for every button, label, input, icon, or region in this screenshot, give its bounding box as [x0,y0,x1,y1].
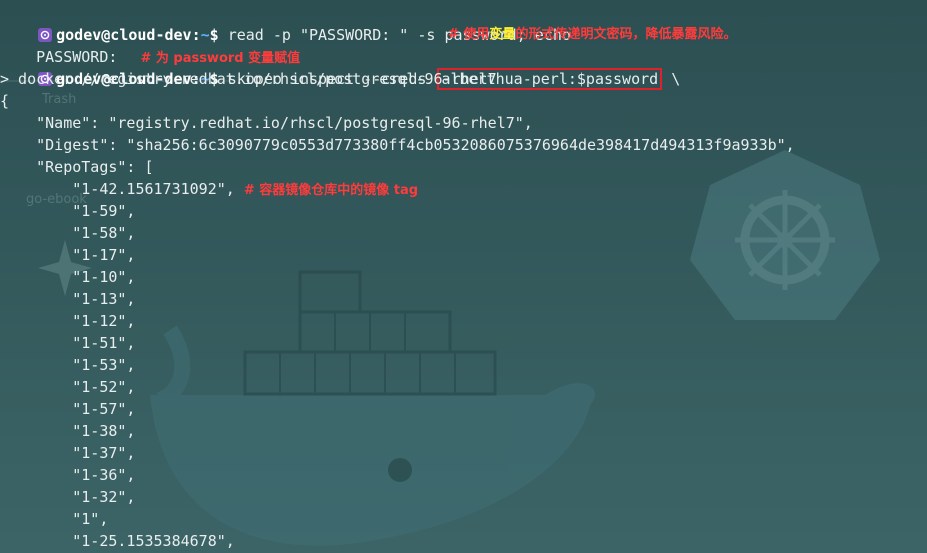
terminal-output[interactable]: godev@cloud-dev:~$ read -p "PASSWORD: " … [0,2,927,552]
terminal-line-docker-uri: > docker://registry.redhat.io/rhscl/post… [0,70,497,88]
repo-tag-value: "1-42.1561731092", [0,180,244,198]
json-output-line: "1-58", [0,224,136,242]
json-output-line: "1-53", [0,356,136,374]
terminal-line-skopeo-command: godev@cloud-dev:~$ skopeo inspect --cred… [0,46,927,90]
json-output-line: "1-13", [0,290,136,308]
json-output-line: "RepoTags": [ [0,158,154,176]
json-output-line: "1-37", [0,444,136,462]
terminal-line-read-command: godev@cloud-dev:~$ read -p "PASSWORD: " … [0,2,927,44]
json-output-line: "1-12", [0,312,136,330]
json-output-line: "Name": "registry.redhat.io/rhscl/postgr… [0,114,533,132]
json-output-line: "1-32", [0,488,136,506]
json-output-line: "Digest": "sha256:6c3090779c0553d773380f… [0,136,795,154]
json-output-line: "1-10", [0,268,136,286]
json-output-line: "1-25.1535384678", [0,532,235,550]
json-output-line: "1-38", [0,422,136,440]
json-output-line: "1-17", [0,246,136,264]
json-output-line: "1-57", [0,400,136,418]
annotation-repo-tag: # 容器镜像仓库中的镜像 tag [243,183,419,198]
json-output-line: "1-36", [0,466,136,484]
json-output-line: "1-59", [0,202,136,220]
json-output-line: "1-42.1561731092", # 容器镜像仓库中的镜像 tag [0,178,927,200]
terminal-line-password: PASSWORD: # 为 password 变量赋值 # 使用变量的形式传递明… [0,24,927,66]
json-output-line: { [0,92,10,110]
json-output-line: "1-51", [0,334,136,352]
json-output-line: "1", [0,510,109,528]
annotation-variable-credentials: # 使用变量的形式传递明文密码，降低暴露风险。 [448,27,737,42]
json-output-line: "1-52", [0,378,136,396]
